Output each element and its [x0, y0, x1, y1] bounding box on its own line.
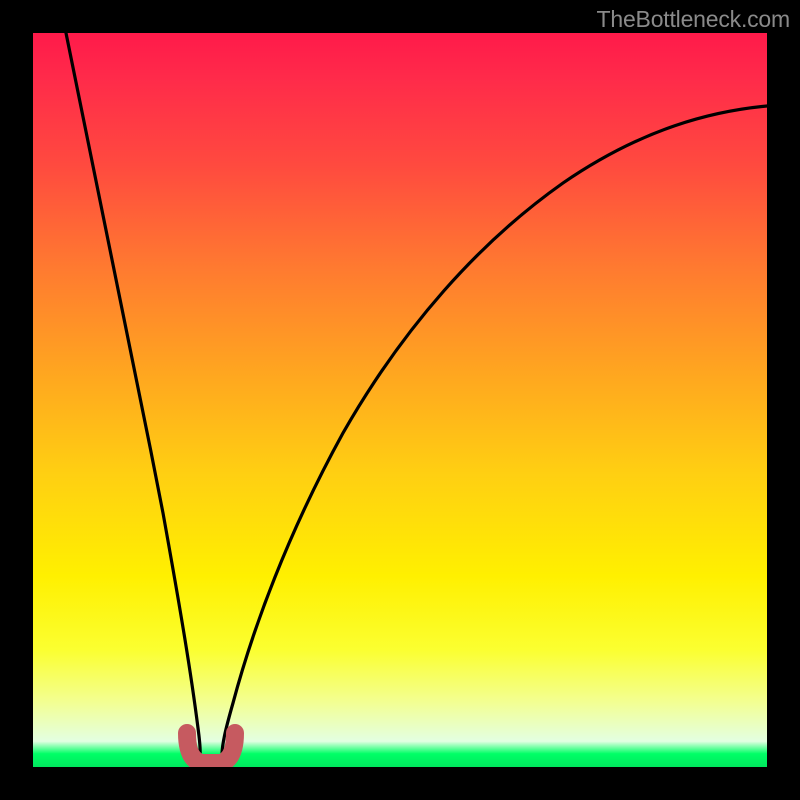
- watermark-text: TheBottleneck.com: [597, 6, 790, 33]
- curve-right-branch: [222, 106, 767, 755]
- curve-left-branch: [66, 33, 200, 755]
- chart-frame: TheBottleneck.com: [0, 0, 800, 800]
- bottleneck-curve: [33, 33, 767, 767]
- plot-area: [33, 33, 767, 767]
- trough-marker: [187, 733, 235, 763]
